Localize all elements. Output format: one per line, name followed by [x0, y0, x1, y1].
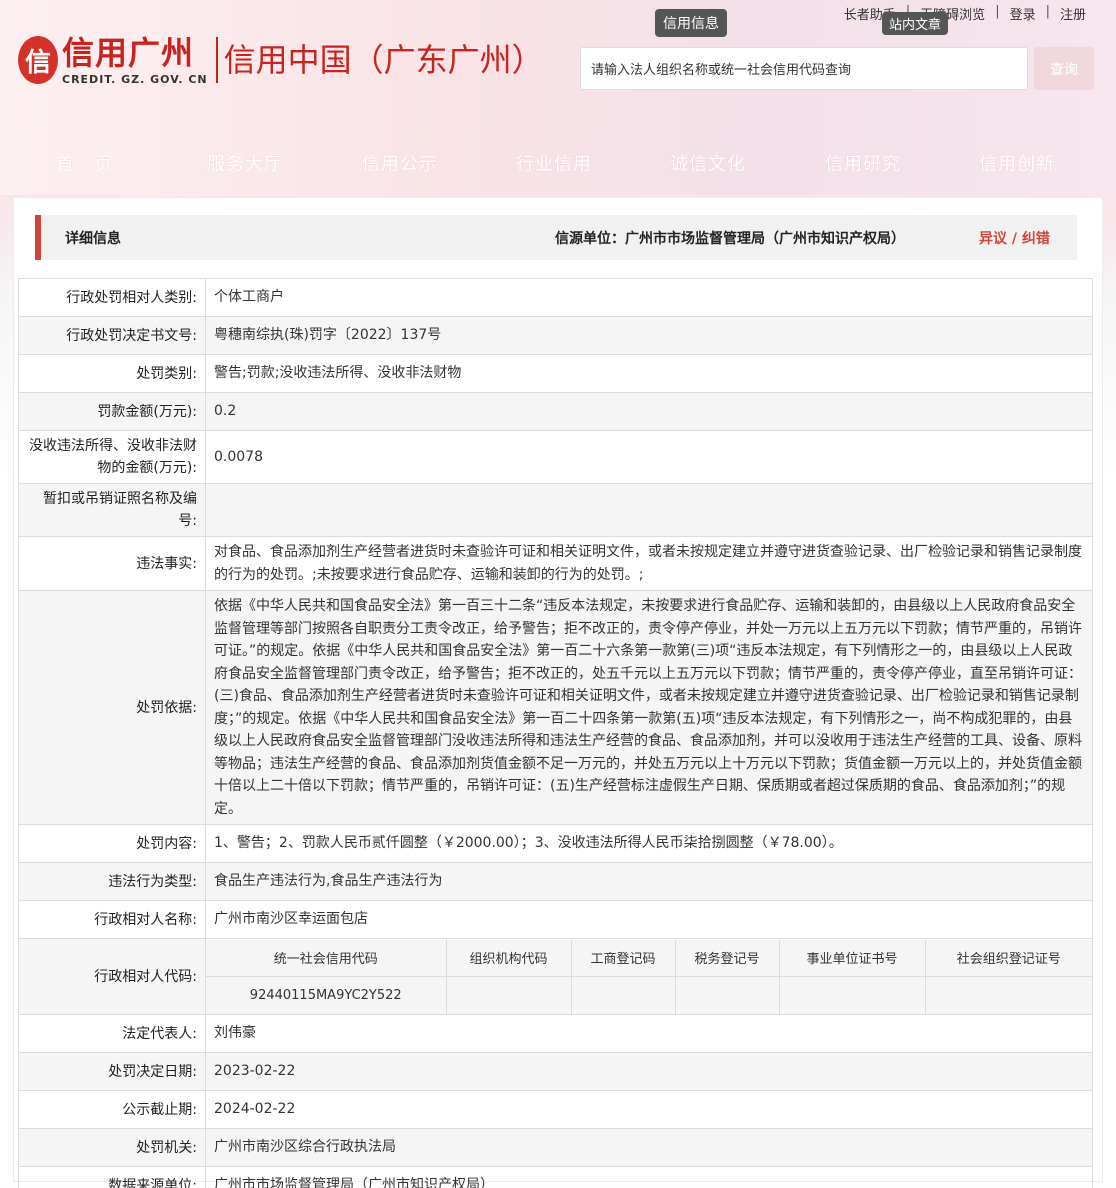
- row-value: 依据《中华人民共和国食品安全法》第一百三十二条“违反本法规定，未按要求进行食品贮…: [205, 590, 1093, 825]
- row-value: 对食品、食品添加剂生产经营者进货时未查验许可证和相关证明文件，或者未按规定建立并…: [205, 536, 1093, 591]
- detail-card: 详细信息 信源单位：广州市市场监督管理局（广州市知识产权局） 异议 / 纠错 行…: [13, 197, 1103, 1188]
- code-subtable: 统一社会信用代码 组织机构代码 工商登记码 税务登记号 事业单位证书号 社会组织…: [206, 939, 1092, 1014]
- row-label: 公示截止期:: [18, 1090, 206, 1129]
- code-header: 社会组织登记证号: [924, 939, 1092, 977]
- row-label: 违法事实:: [18, 536, 206, 591]
- logo-mark-icon: 信: [18, 36, 58, 84]
- nav-service-hall[interactable]: 服务大厅: [207, 150, 283, 176]
- nav-credit-research[interactable]: 信用研究: [825, 150, 901, 176]
- row-value: 2024-02-22: [205, 1090, 1093, 1129]
- row-value: 广州市南沙区综合行政执法局: [205, 1128, 1093, 1167]
- table-row: 违法事实: 对食品、食品添加剂生产经营者进货时未查验许可证和相关证明文件，或者未…: [18, 536, 1093, 591]
- codes-cell: 统一社会信用代码 组织机构代码 工商登记码 税务登记号 事业单位证书号 社会组织…: [205, 938, 1093, 1015]
- table-row: 违法行为类型: 食品生产违法行为,食品生产违法行为: [18, 862, 1093, 901]
- search-button[interactable]: 查询: [1034, 47, 1094, 90]
- source-unit: 信源单位：广州市市场监督管理局（广州市知识产权局）: [555, 230, 905, 247]
- code-header: 工商登记码: [570, 939, 676, 977]
- code-value: [445, 976, 572, 1014]
- row-label: 处罚类别:: [18, 354, 206, 393]
- row-value: [205, 483, 1093, 537]
- row-value: 刘伟豪: [205, 1014, 1093, 1053]
- penalty-detail-table: 行政处罚相对人类别: 个体工商户 行政处罚决定书文号: 粤穗南综执(珠)罚字〔2…: [18, 278, 1093, 1188]
- code-value: [778, 976, 926, 1014]
- code-header: 税务登记号: [674, 939, 780, 977]
- nav-industry-credit[interactable]: 行业信用: [516, 150, 592, 176]
- site-logo[interactable]: 信 信用广州 CREDIT. GZ. GOV. CN 信用中国（广东广州）: [18, 30, 544, 90]
- row-label: 处罚决定日期:: [18, 1052, 206, 1091]
- table-row: 数据来源单位: 广州市市场监督管理局（广州市知识产权局）: [18, 1166, 1093, 1188]
- table-row: 处罚机关: 广州市南沙区综合行政执法局: [18, 1128, 1093, 1167]
- nav-credit-publicity[interactable]: 信用公示: [362, 150, 438, 176]
- row-value: 食品生产违法行为,食品生产违法行为: [205, 862, 1093, 901]
- row-label: 行政处罚决定书文号:: [18, 316, 206, 355]
- row-label: 数据来源单位:: [18, 1166, 206, 1188]
- row-value: 1、警告；2、罚款人民币贰仟圆整（￥2000.00）；3、没收违法所得人民币柒拾…: [205, 824, 1093, 863]
- logo-en: CREDIT. GZ. GOV. CN: [62, 72, 208, 86]
- row-value: 0.0078: [205, 430, 1093, 484]
- table-row: 行政相对人名称: 广州市南沙区幸运面包店: [18, 900, 1093, 939]
- register-link[interactable]: 注册: [1050, 4, 1096, 23]
- table-row: 暂扣或吊销证照名称及编号:: [18, 483, 1093, 537]
- top-links: 长者助手 | 无障碍浏览 | 登录 | 注册: [834, 4, 1096, 23]
- table-row: 处罚类别: 警告;罚款;没收违法所得、没收非法财物: [18, 354, 1093, 393]
- nav-home[interactable]: 首 页: [56, 150, 113, 176]
- row-value: 2023-02-22: [205, 1052, 1093, 1091]
- logo-subtitle: 信用中国（广东广州）: [223, 41, 544, 79]
- code-value: [924, 976, 1092, 1014]
- row-label: 法定代表人:: [18, 1014, 206, 1053]
- table-row: 行政处罚相对人类别: 个体工商户: [18, 278, 1093, 317]
- row-label: 暂扣或吊销证照名称及编号:: [18, 483, 206, 537]
- code-value-row: 92440115MA9YC2Y522: [206, 976, 1092, 1014]
- logo-text: 信用广州 CREDIT. GZ. GOV. CN: [62, 35, 208, 86]
- login-link[interactable]: 登录: [1000, 4, 1046, 23]
- logo-divider: [215, 37, 218, 83]
- search-input[interactable]: 请输入法人组织名称或统一社会信用代码查询: [580, 47, 1028, 90]
- nav-integrity-culture[interactable]: 诚信文化: [670, 150, 746, 176]
- row-label: 处罚机关:: [18, 1128, 206, 1167]
- row-label: 处罚依据:: [18, 590, 206, 825]
- nav-credit-innovation[interactable]: 信用创新: [979, 150, 1055, 176]
- logo-cn: 信用广州: [62, 33, 195, 72]
- table-row: 处罚决定日期: 2023-02-22: [18, 1052, 1093, 1091]
- row-label: 行政处罚相对人类别:: [18, 278, 206, 317]
- table-row: 处罚依据: 依据《中华人民共和国食品安全法》第一百三十二条“违反本法规定，未按要…: [18, 590, 1093, 825]
- code-header: 统一社会信用代码: [206, 939, 447, 977]
- row-label: 没收违法所得、没收非法财物的金额(万元):: [18, 430, 206, 484]
- dispute-correction-link[interactable]: 异议 / 纠错: [979, 228, 1050, 248]
- table-row: 行政相对人代码: 统一社会信用代码 组织机构代码 工商登记码 税务登记号 事业单…: [18, 938, 1093, 1015]
- table-row: 处罚内容: 1、警告；2、罚款人民币贰仟圆整（￥2000.00）；3、没收违法所…: [18, 824, 1093, 863]
- row-value: 0.2: [205, 392, 1093, 431]
- row-label: 行政相对人代码:: [18, 938, 206, 1015]
- table-row: 罚款金额(万元): 0.2: [18, 392, 1093, 431]
- row-value: 广州市南沙区幸运面包店: [205, 900, 1093, 939]
- row-label: 行政相对人名称:: [18, 900, 206, 939]
- detail-header: 详细信息 信源单位：广州市市场监督管理局（广州市知识产权局） 异议 / 纠错: [35, 215, 1077, 260]
- main-nav: 首 页 服务大厅 信用公示 行业信用 诚信文化 信用研究 信用创新: [0, 150, 1116, 182]
- detail-title: 详细信息: [65, 230, 121, 247]
- table-row: 没收违法所得、没收非法财物的金额(万元): 0.0078: [18, 430, 1093, 484]
- search-scope-site-articles[interactable]: 站内文章: [882, 12, 949, 35]
- table-row: 行政处罚决定书文号: 粤穗南综执(珠)罚字〔2022〕137号: [18, 316, 1093, 355]
- code-value: [570, 976, 676, 1014]
- table-row: 法定代表人: 刘伟豪: [18, 1014, 1093, 1053]
- row-value: 警告;罚款;没收违法所得、没收非法财物: [205, 354, 1093, 393]
- code-value: 92440115MA9YC2Y522: [206, 976, 447, 1014]
- row-label: 违法行为类型:: [18, 862, 206, 901]
- code-header-row: 统一社会信用代码 组织机构代码 工商登记码 税务登记号 事业单位证书号 社会组织…: [206, 939, 1092, 977]
- table-row: 公示截止期: 2024-02-22: [18, 1090, 1093, 1129]
- row-label: 处罚内容:: [18, 824, 206, 863]
- code-header: 组织机构代码: [445, 939, 572, 977]
- row-value: 粤穗南综执(珠)罚字〔2022〕137号: [205, 316, 1093, 355]
- search-scope-credit-info[interactable]: 信用信息: [655, 9, 727, 37]
- code-value: [674, 976, 780, 1014]
- row-value: 广州市市场监督管理局（广州市知识产权局）: [205, 1166, 1093, 1188]
- site-header: 信 信用广州 CREDIT. GZ. GOV. CN 信用中国（广东广州） 长者…: [0, 0, 1116, 195]
- code-header: 事业单位证书号: [778, 939, 926, 977]
- row-label: 罚款金额(万元):: [18, 392, 206, 431]
- row-value: 个体工商户: [205, 278, 1093, 317]
